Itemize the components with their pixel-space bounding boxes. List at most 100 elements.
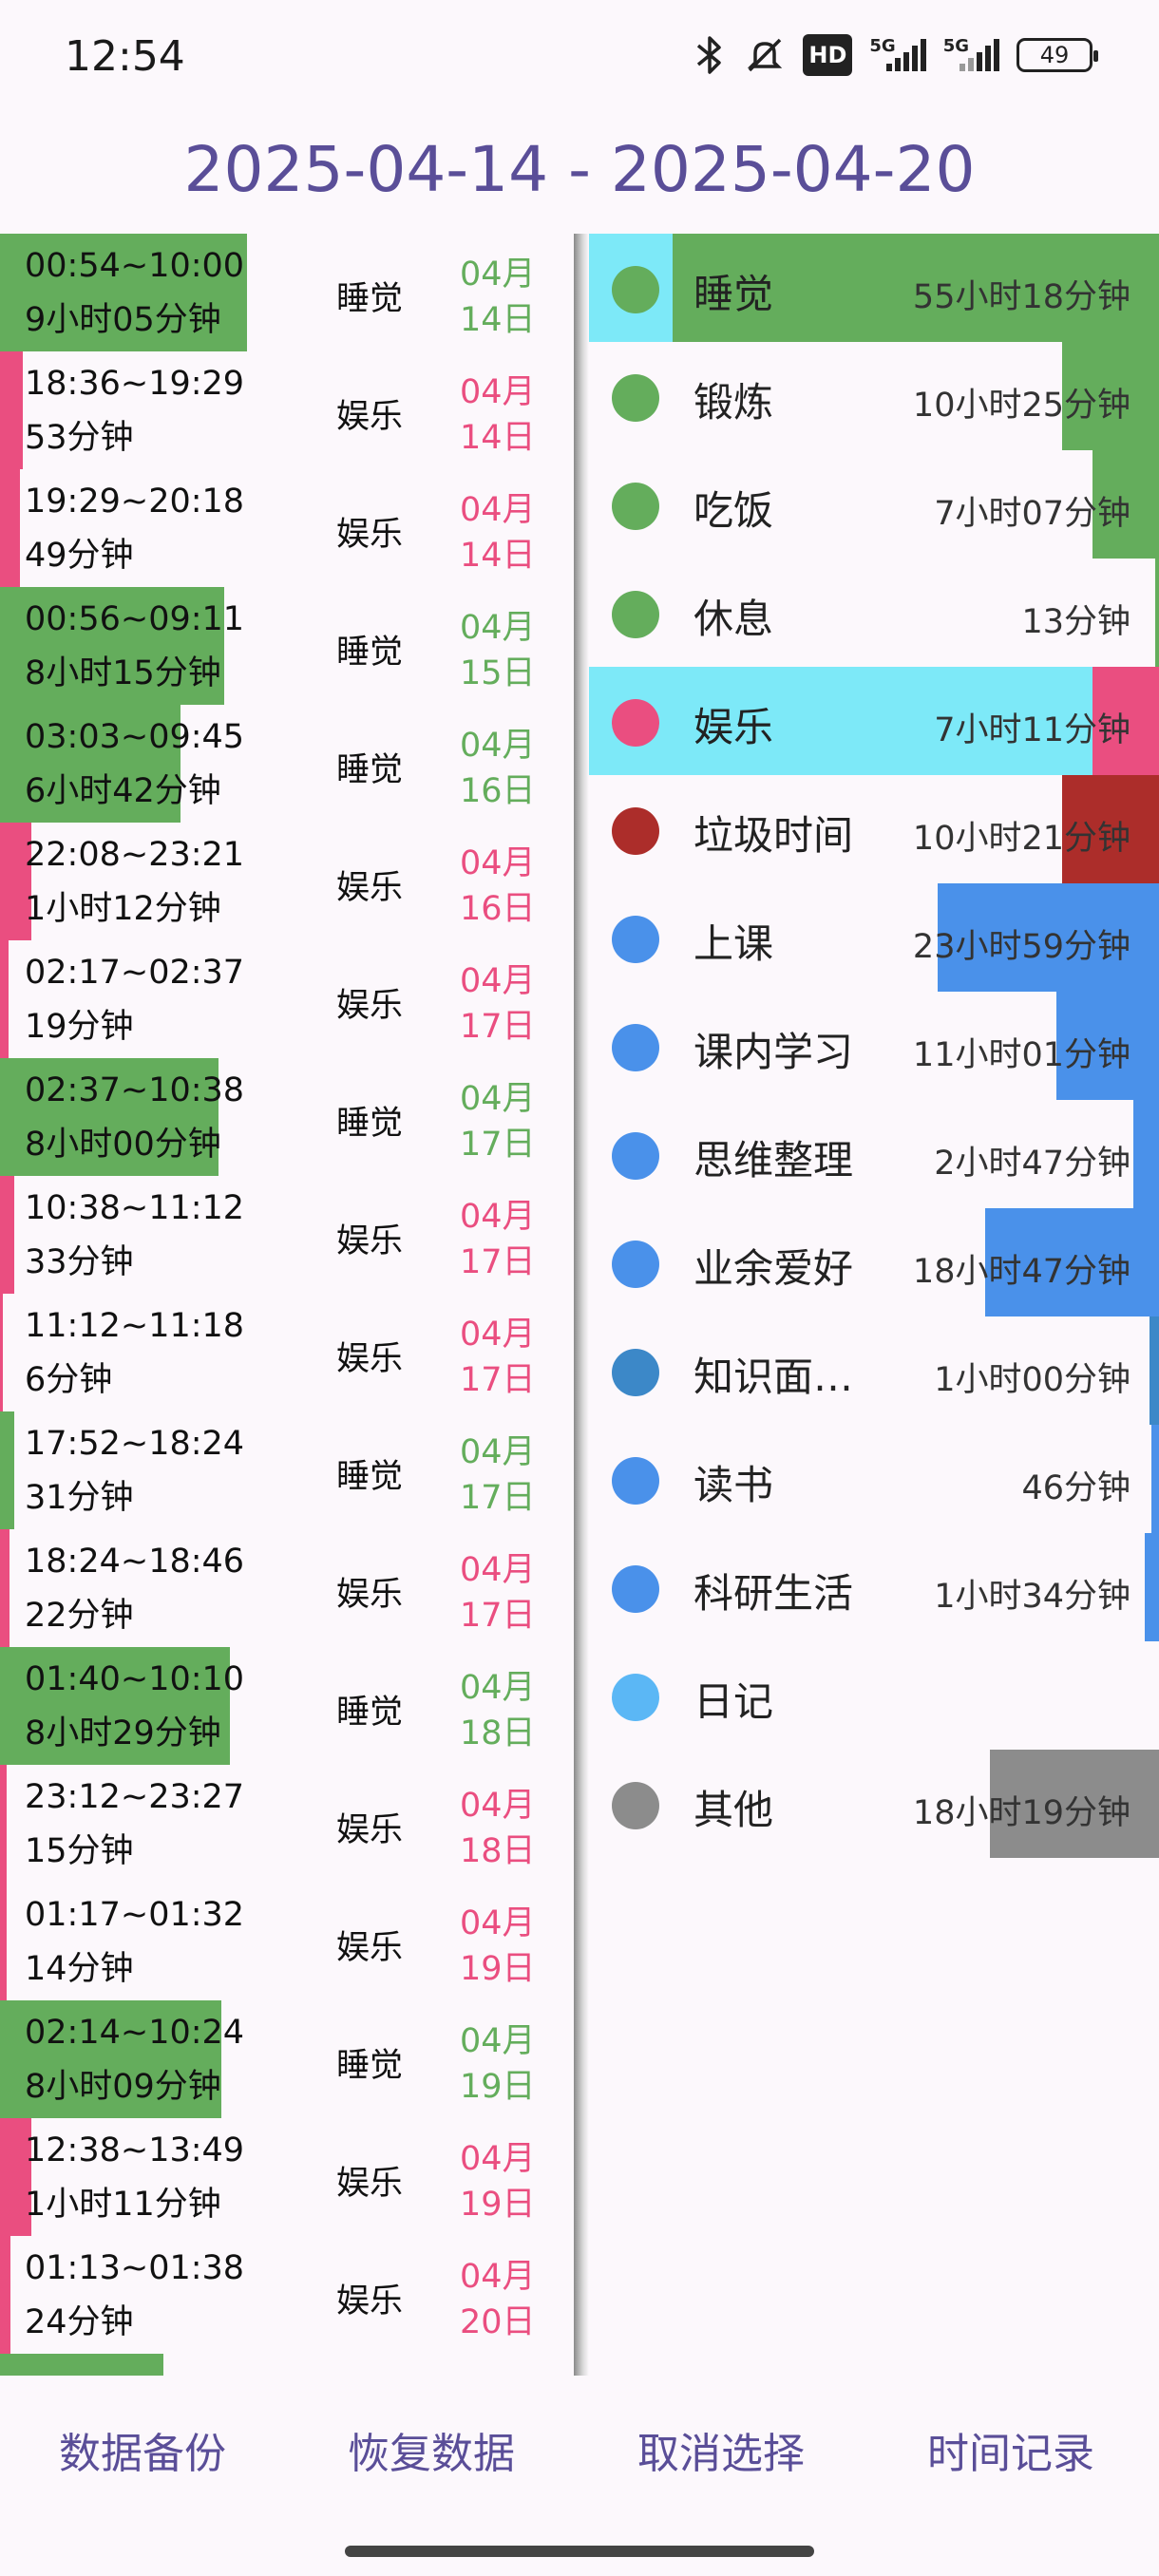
month-label: 04月 (460, 1669, 536, 1707)
category-name: 睡觉 (694, 271, 774, 317)
category-name: 知识面… (694, 1354, 854, 1400)
bottom-nav: 数据备份 恢复数据 取消选择 时间记录 (0, 2379, 1159, 2531)
category-stat-row[interactable]: 睡觉 55小时18分钟 (589, 234, 1159, 342)
duration-bar (0, 2236, 10, 2354)
duration-bar (0, 1176, 14, 1294)
duration-bar (0, 351, 23, 469)
time-range: 11:12~11:18 (25, 1307, 245, 1345)
category-color-dot-icon (612, 916, 659, 963)
category-stat-row[interactable]: 业余爱好 18小时47分钟 (589, 1208, 1159, 1316)
category-stat-row[interactable]: 课内学习 11小时01分钟 (589, 992, 1159, 1100)
record-row[interactable]: 18:36~19:29 53分钟 娱乐 04月 14日 (0, 351, 574, 469)
category-color-dot-icon (612, 1457, 659, 1505)
category-total: 2小时47分钟 (934, 1145, 1130, 1183)
record-row[interactable]: 22:08~23:21 1小时12分钟 娱乐 04月 16日 (0, 823, 574, 940)
category-color-dot-icon (612, 1565, 659, 1613)
category-name: 读书 (694, 1462, 774, 1508)
record-row[interactable]: 00:54~10:00 9小时05分钟 睡觉 04月 14日 (0, 234, 574, 351)
day-label: 19日 (460, 2186, 536, 2224)
category-total: 10小时21分钟 (912, 820, 1130, 858)
month-label: 04月 (460, 1433, 536, 1471)
record-row[interactable]: 01:13~01:38 24分钟 娱乐 04月 20日 (0, 2236, 574, 2354)
month-label: 04月 (460, 256, 536, 294)
record-row[interactable]: 01:17~01:32 14分钟 娱乐 04月 19日 (0, 1883, 574, 2000)
month-label: 04月 (460, 491, 536, 529)
record-row[interactable]: 11:12~11:18 6分钟 娱乐 04月 17日 (0, 1294, 574, 1411)
week-date-range[interactable]: 2025-04-14 - 2025-04-20 (0, 133, 1159, 206)
category-label: 娱乐 (336, 1576, 404, 1614)
record-row[interactable]: 23:12~23:27 15分钟 娱乐 04月 18日 (0, 1765, 574, 1883)
category-label: 娱乐 (336, 398, 404, 436)
record-row[interactable]: 10:38~11:12 33分钟 娱乐 04月 17日 (0, 1176, 574, 1294)
record-row[interactable]: 18:24~18:46 22分钟 娱乐 04月 17日 (0, 1529, 574, 1647)
category-stat-row[interactable]: 休息 13分钟 (589, 559, 1159, 667)
signal-5g-icon: 5G (943, 34, 999, 76)
record-list[interactable]: 00:54~10:00 9小时05分钟 睡觉 04月 14日 18:36~19:29 53… (0, 234, 574, 2376)
duration-text: 8小时09分钟 (25, 2068, 221, 2106)
restore-button[interactable]: 恢复数据 (348, 2419, 515, 2480)
category-stats-list[interactable]: 睡觉 55小时18分钟锻炼 10小时25分钟 吃饭 7小时07分钟 休息 13分钟 娱乐 7小时… (589, 234, 1159, 2376)
day-label: 15日 (460, 654, 536, 692)
month-label: 04月 (460, 2258, 536, 2296)
category-color-dot-icon (612, 374, 659, 422)
record-row[interactable]: 17:52~18:24 31分钟 睡觉 04月 17日 (0, 1411, 574, 1529)
status-bar: 12:54 HD 5G 5G 49 (0, 0, 1159, 114)
category-label: 娱乐 (336, 1929, 404, 1967)
duration-text: 8小时29分钟 (25, 1714, 221, 1752)
category-stat-row[interactable]: 读书 46分钟 (589, 1425, 1159, 1533)
record-row[interactable]: 19:29~20:18 49分钟 娱乐 04月 14日 (0, 469, 574, 587)
category-name: 上课 (694, 920, 774, 967)
gesture-bar[interactable] (345, 2546, 814, 2557)
category-stat-row[interactable]: 上课 23小时59分钟 (589, 883, 1159, 992)
backup-button[interactable]: 数据备份 (59, 2419, 226, 2480)
mute-icon (744, 34, 786, 76)
record-row[interactable]: 12:38~13:49 1小时11分钟 娱乐 04月 19日 (0, 2118, 574, 2236)
category-stat-row[interactable]: 日记 (589, 1641, 1159, 1750)
time-record-button[interactable]: 时间记录 (927, 2419, 1094, 2480)
category-name: 其他 (694, 1787, 774, 1833)
deselect-button[interactable]: 取消选择 (637, 2419, 805, 2480)
day-label: 18日 (460, 1832, 536, 1870)
record-row[interactable]: 02:37~10:38 8小时00分钟 睡觉 04月 17日 (0, 1058, 574, 1176)
day-label: 17日 (460, 1479, 536, 1517)
category-name: 思维整理 (694, 1137, 854, 1184)
category-total: 55小时18分钟 (912, 278, 1130, 316)
category-total: 10小时25分钟 (912, 387, 1130, 425)
record-row[interactable]: 02:17~02:37 19分钟 娱乐 04月 17日 (0, 940, 574, 1058)
day-label: 17日 (460, 1126, 536, 1164)
duration-bar (0, 1765, 7, 1883)
day-label: 17日 (460, 1008, 536, 1046)
category-total: 23小时59分钟 (912, 928, 1130, 966)
record-row[interactable]: 03:03~09:45 6小时42分钟 睡觉 04月 16日 (0, 705, 574, 823)
hd-icon: HD (803, 34, 853, 76)
category-stat-row[interactable]: 娱乐 7小时11分钟 (589, 667, 1159, 775)
category-label: 睡觉 (336, 634, 404, 672)
category-name: 娱乐 (694, 704, 774, 750)
category-stat-row[interactable]: 知识面… 1小时00分钟 (589, 1316, 1159, 1425)
record-row[interactable] (0, 2354, 574, 2376)
time-range: 02:17~02:37 (25, 954, 245, 992)
category-stat-row[interactable]: 其他 18小时19分钟 (589, 1750, 1159, 1858)
day-label: 16日 (460, 772, 536, 810)
duration-bar (0, 2354, 163, 2376)
category-stat-row[interactable]: 吃饭 7小时07分钟 (589, 450, 1159, 559)
category-stat-row[interactable]: 科研生活 1小时34分钟 (589, 1533, 1159, 1641)
category-stat-row[interactable]: 垃圾时间 10小时21分钟 (589, 775, 1159, 883)
category-total: 11小时01分钟 (912, 1036, 1130, 1074)
day-label: 14日 (460, 537, 536, 575)
category-stat-row[interactable]: 锻炼 10小时25分钟 (589, 342, 1159, 450)
duration-text: 19分钟 (25, 1008, 134, 1046)
record-row[interactable]: 02:14~10:24 8小时09分钟 睡觉 04月 19日 (0, 2000, 574, 2118)
duration-text: 24分钟 (25, 2303, 134, 2341)
day-label: 18日 (460, 1714, 536, 1752)
record-row[interactable]: 00:56~09:11 8小时15分钟 睡觉 04月 15日 (0, 587, 574, 705)
total-bar (1133, 1100, 1159, 1208)
month-label: 04月 (460, 1904, 536, 1942)
category-stat-row[interactable]: 思维整理 2小时47分钟 (589, 1100, 1159, 1208)
category-label: 娱乐 (336, 1340, 404, 1378)
record-row[interactable]: 01:40~10:10 8小时29分钟 睡觉 04月 18日 (0, 1647, 574, 1765)
duration-bar (0, 1883, 7, 2000)
category-color-dot-icon (612, 266, 659, 313)
category-total: 1小时00分钟 (934, 1361, 1130, 1399)
day-label: 19日 (460, 1950, 536, 1988)
